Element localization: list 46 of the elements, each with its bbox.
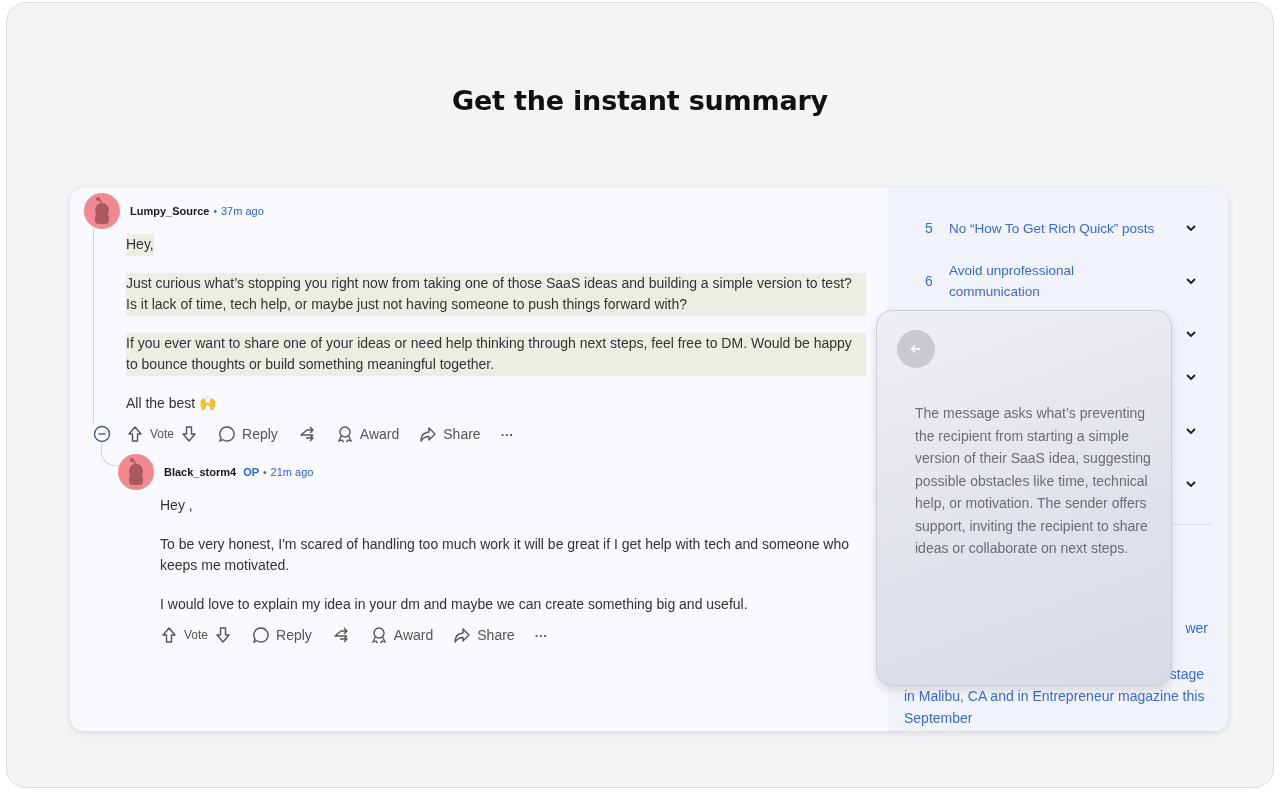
username[interactable]: Black_storm4 bbox=[164, 466, 237, 478]
award-button[interactable]: Award bbox=[335, 425, 400, 443]
sidebar-text: wer bbox=[1185, 620, 1208, 636]
vote-count: Vote bbox=[150, 427, 175, 441]
comment-paragraph: I would love to explain my idea in your dm and maybe we can create something big and useful. bbox=[160, 594, 748, 614]
share-icon bbox=[453, 626, 472, 644]
rule-title[interactable]: Avoid unprofessional communication bbox=[949, 260, 1168, 302]
comment-paragraph: To be very honest, I'm scared of handling too much work it will be great if I get help with tech and someone who keeps me motivated. bbox=[160, 534, 851, 575]
share-button[interactable]: Share bbox=[453, 626, 515, 644]
timestamp: 21m ago bbox=[270, 466, 314, 478]
sidebar-text: in Malibu, CA and in Entrepreneur magazine this bbox=[904, 688, 1205, 704]
collapse-icon[interactable] bbox=[93, 425, 111, 443]
op-tag: OP bbox=[243, 466, 260, 478]
rule-number: 6 bbox=[925, 273, 933, 289]
summary-text: The message asks what’s preventing the recipient from starting a simple version of their SaaS idea, suggesting possible obstacles like time, technical help, or motivation. The sender offers support, inviting the recipient to share ideas or collaborate on next steps. bbox=[915, 404, 1151, 558]
comment-paragraph: Hey, bbox=[126, 234, 154, 256]
reply-button[interactable]: Reply bbox=[252, 626, 312, 644]
comment-paragraph: If you ever want to share one of your ideas or need help thinking through next steps, feel free to DM. Would be happy to bounce thoughts or build something meaningful together. bbox=[126, 332, 866, 376]
separator-dot: • bbox=[213, 205, 217, 217]
comment-icon bbox=[218, 425, 237, 443]
upvote-icon[interactable] bbox=[160, 626, 178, 644]
avatar-icon bbox=[118, 454, 154, 490]
separator-dot: • bbox=[263, 466, 267, 478]
username[interactable]: Lumpy_Source bbox=[130, 205, 210, 217]
comment-paragraph: All the best 🙌 bbox=[126, 393, 217, 413]
award-button[interactable]: Award bbox=[369, 626, 434, 644]
share-icon bbox=[419, 425, 438, 443]
comment-paragraph: Just curious what’s stopping you right now from taking one of those SaaS ideas and building a simple version to test? Is it lack of time, tech help, or maybe just not having someone to push things forward with? bbox=[126, 272, 866, 316]
sidebar-text: September bbox=[904, 710, 973, 726]
rule-number: 5 bbox=[925, 220, 933, 236]
sidebar-text: stage bbox=[1169, 666, 1204, 682]
share-button[interactable]: Share bbox=[419, 425, 481, 443]
timestamp: 37m ago bbox=[221, 205, 264, 217]
vote-count: Vote bbox=[184, 628, 209, 642]
reply-button[interactable]: Reply bbox=[218, 425, 278, 443]
more-button[interactable]: ··· bbox=[534, 627, 548, 643]
upvote-icon[interactable] bbox=[126, 425, 144, 443]
comment-icon bbox=[252, 626, 271, 644]
more-button[interactable]: ··· bbox=[500, 426, 514, 442]
avatar-icon bbox=[84, 193, 120, 229]
comment-paragraph: Hey , bbox=[160, 496, 193, 515]
back-arrow-icon bbox=[909, 342, 923, 356]
headline: Get the instant summary bbox=[452, 85, 828, 116]
award-icon bbox=[335, 425, 354, 443]
award-icon bbox=[369, 626, 388, 644]
rule-title[interactable]: No “How To Get Rich Quick” posts bbox=[949, 217, 1168, 239]
